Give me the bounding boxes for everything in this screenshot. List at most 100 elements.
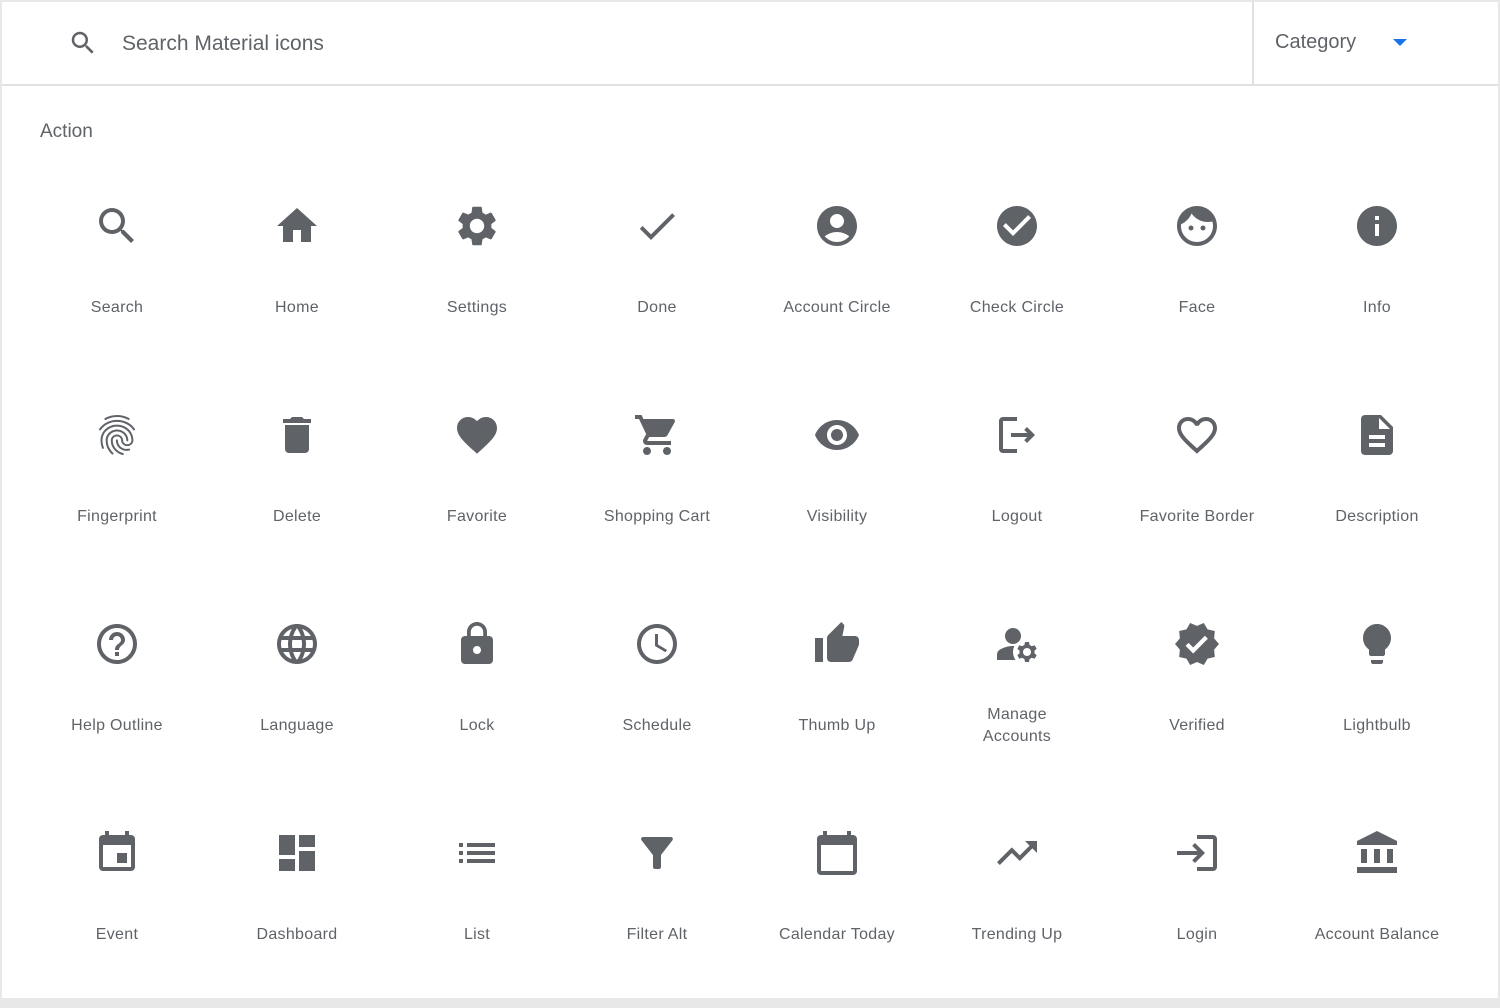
icon-card-face[interactable]: Face	[1107, 172, 1287, 381]
icon-label: Lightbulb	[1343, 717, 1411, 734]
done-icon	[639, 213, 675, 240]
list-icon	[459, 843, 495, 863]
delete-icon	[283, 417, 311, 453]
shopping-cart-icon	[635, 415, 676, 455]
icon-label: Event	[95, 926, 139, 943]
filter-alt-icon	[641, 837, 673, 869]
icon-label: Language	[260, 717, 334, 734]
icon-label: Filter Alt	[626, 926, 688, 943]
icon-card-search[interactable]: Search	[27, 172, 207, 381]
icon-card-calendar-today[interactable]: Calendar Today	[747, 799, 927, 1008]
language-icon	[277, 624, 317, 664]
icon-card-event[interactable]: Event	[27, 799, 207, 1008]
category-dropdown[interactable]: Category	[1252, 2, 1498, 86]
icon-label: Account Balance	[1314, 926, 1440, 943]
category-label: Category	[1275, 31, 1357, 53]
face-icon	[1177, 206, 1217, 246]
account-circle-icon	[817, 206, 857, 246]
icon-card-settings[interactable]: Settings	[387, 172, 567, 381]
icon-label: Favorite	[446, 508, 508, 525]
schedule-icon	[637, 624, 677, 664]
icon-card-lightbulb[interactable]: Lightbulb	[1287, 590, 1467, 799]
search-icon	[71, 31, 94, 54]
home-icon	[277, 208, 317, 242]
account-balance-icon	[1357, 831, 1397, 873]
icon-card-description[interactable]: Description	[1287, 381, 1467, 590]
icon-card-language[interactable]: Language	[207, 590, 387, 799]
icon-label: Login	[1176, 926, 1218, 943]
icon-label: Fingerprint	[77, 508, 157, 525]
favorite-icon	[457, 417, 497, 454]
manage-accounts-icon	[997, 628, 1037, 662]
icon-card-info[interactable]: Info	[1287, 172, 1467, 381]
icon-label: Schedule	[622, 717, 692, 734]
thumb-up-icon	[815, 622, 859, 662]
icon-label: Help Outline	[71, 717, 163, 734]
icon-card-help-outline[interactable]: Help Outline	[27, 590, 207, 799]
icon-card-dashboard[interactable]: Dashboard	[207, 799, 387, 1008]
icon-label: Thumb Up	[798, 717, 876, 734]
icon-label: Delete	[272, 508, 322, 525]
fingerprint-icon	[98, 415, 135, 455]
dashboard-icon	[279, 835, 315, 871]
icon-label: Dashboard	[256, 926, 338, 943]
icon-card-thumb-up[interactable]: Thumb Up	[747, 590, 927, 799]
description-icon	[1361, 415, 1393, 455]
icon-label: List	[463, 926, 491, 943]
calendar-today-icon	[817, 831, 857, 875]
event-icon	[99, 831, 135, 871]
icon-label: Settings	[446, 299, 508, 316]
icon-card-visibility[interactable]: Visibility	[747, 381, 927, 590]
icon-card-done[interactable]: Done	[567, 172, 747, 381]
check-circle-icon	[997, 206, 1037, 246]
icon-card-login[interactable]: Login	[1107, 799, 1287, 1008]
lightbulb-icon	[1363, 624, 1391, 664]
icon-label: Face	[1178, 299, 1216, 316]
icon-card-shopping-cart[interactable]: Shopping Cart	[567, 381, 747, 590]
icon-label: Logout	[991, 508, 1043, 525]
icon-card-trending-up[interactable]: Trending Up	[927, 799, 1107, 1008]
arrow-drop-down-icon	[1393, 39, 1407, 46]
icon-label: Check Circle	[969, 299, 1065, 316]
icon-label: Calendar Today	[779, 926, 895, 943]
icon-card-favorite[interactable]: Favorite	[387, 381, 567, 590]
icon-card-check-circle[interactable]: Check Circle	[927, 172, 1107, 381]
top-bar: Category	[2, 2, 1498, 86]
icon-label: Shopping Cart	[603, 508, 711, 525]
help-outline-icon	[97, 624, 137, 664]
login-icon	[1177, 835, 1217, 871]
icon-label: Home	[275, 299, 319, 316]
icon-label: Description	[1335, 508, 1419, 525]
icon-label: Done	[637, 299, 677, 316]
trending-up-icon	[997, 841, 1037, 865]
icon-card-verified[interactable]: Verified	[1107, 590, 1287, 799]
icon-label: Lock	[459, 717, 495, 734]
search-bar[interactable]	[2, 2, 1252, 86]
icon-card-favorite-border[interactable]: Favorite Border	[1107, 381, 1287, 590]
info-icon	[1357, 206, 1397, 246]
icon-card-filter-alt[interactable]: Filter Alt	[567, 799, 747, 1008]
icon-label: Account Circle	[783, 299, 891, 316]
verified-icon	[1175, 623, 1219, 665]
icon-card-schedule[interactable]: Schedule	[567, 590, 747, 799]
icon-label: Manage Accounts	[982, 706, 1052, 745]
logout-icon	[999, 417, 1035, 453]
icon-card-list[interactable]: List	[387, 799, 567, 1008]
icon-browser: Category Action Search Home Settings Done Ac…	[2, 2, 1498, 998]
icon-label: Verified	[1169, 717, 1225, 734]
settings-icon	[458, 206, 496, 246]
search-input[interactable]	[122, 24, 1222, 64]
icon-card-fingerprint[interactable]: Fingerprint	[27, 381, 207, 590]
visibility-icon	[815, 420, 859, 450]
icon-card-account-balance[interactable]: Account Balance	[1287, 799, 1467, 1008]
icon-card-manage-accounts[interactable]: Manage Accounts	[927, 590, 1107, 799]
icon-card-delete[interactable]: Delete	[207, 381, 387, 590]
favorite-border-icon	[1177, 417, 1217, 454]
icon-card-logout[interactable]: Logout	[927, 381, 1107, 590]
icon-label: Info	[1363, 299, 1391, 316]
icon-card-account-circle[interactable]: Account Circle	[747, 172, 927, 381]
icon-card-home[interactable]: Home	[207, 172, 387, 381]
icon-label: Trending Up	[971, 926, 1063, 943]
icon-card-lock[interactable]: Lock	[387, 590, 567, 799]
icon-label: Visibility	[806, 508, 868, 525]
